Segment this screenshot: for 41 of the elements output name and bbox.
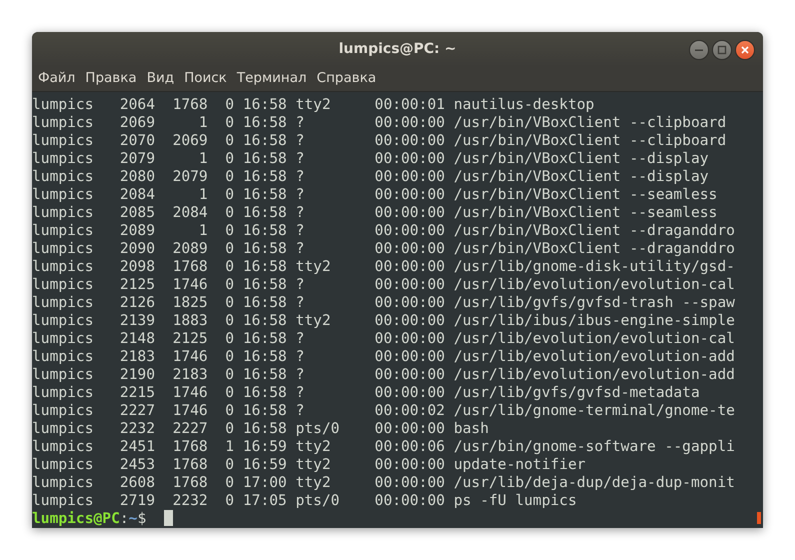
terminal-line: lumpics 2089 1 0 16:58 ? 00:00:00 /usr/bin/VBoxClient --draganddro: [32, 222, 736, 240]
terminal-line: lumpics 2227 1746 0 16:58 ? 00:00:02 /usr/lib/gnome-terminal/gnome-te: [32, 402, 736, 420]
terminal-line: lumpics 2098 1768 0 16:58 tty2 00:00:00 /usr/lib/gnome-disk-utility/gsd-: [32, 258, 736, 276]
close-icon: [740, 45, 750, 55]
terminal-line: lumpics 2139 1883 0 16:58 tty2 00:00:00 /usr/lib/ibus/ibus-engine-simple: [32, 312, 736, 330]
terminal-line: lumpics 2080 2079 0 16:58 ? 00:00:00 /usr/bin/VBoxClient --display: [32, 168, 710, 186]
terminal-line: lumpics 2719 2232 0 17:05 pts/0 00:00:00 ps -fU lumpics: [32, 492, 578, 510]
terminal-line: lumpics 2451 1768 1 16:59 tty2 00:00:06 /usr/bin/gnome-software --gappli: [32, 438, 736, 456]
menu-item[interactable]: Вид: [142, 70, 180, 86]
terminal-line: lumpics 2069 1 0 16:58 ? 00:00:00 /usr/bin/VBoxClient --clipboard: [32, 114, 728, 132]
terminal-line: lumpics 2084 1 0 16:58 ? 00:00:00 /usr/bin/VBoxClient --seamless: [32, 186, 718, 204]
terminal-line: lumpics 2125 1746 0 16:58 ? 00:00:00 /usr/lib/evolution/evolution-cal: [32, 276, 736, 294]
prompt-separator: :: [120, 510, 129, 527]
menu-item[interactable]: Поиск: [180, 70, 233, 86]
menu-item[interactable]: Правка: [81, 70, 143, 86]
close-button[interactable]: [735, 40, 755, 60]
maximize-icon: [717, 45, 727, 55]
terminal-line: lumpics 2608 1768 0 17:00 tty2 00:00:00 /usr/lib/deja-dup/deja-dup-monit: [32, 474, 736, 492]
menu-item[interactable]: Терминал: [232, 70, 313, 86]
terminal-line: lumpics 2215 1746 0 16:58 ? 00:00:00 /usr/lib/gvfs/gvfsd-metadata: [32, 384, 701, 402]
prompt-path: ~: [128, 510, 138, 527]
terminal-line: lumpics 2070 2069 0 16:58 ? 00:00:00 /usr/bin/VBoxClient --clipboard: [32, 132, 728, 150]
terminal-line: lumpics 2079 1 0 16:58 ? 00:00:00 /usr/bin/VBoxClient --display: [32, 150, 710, 168]
terminal-line: lumpics 2090 2089 0 16:58 ? 00:00:00 /usr/bin/VBoxClient --draganddro: [32, 240, 736, 258]
prompt-symbol: $: [137, 510, 146, 527]
terminal-line: lumpics 2453 1768 0 16:59 tty2 00:00:00 update-notifier: [32, 456, 587, 474]
menu-item[interactable]: Файл: [34, 70, 82, 86]
terminal-line: lumpics 2148 2125 0 16:58 ? 00:00:00 /usr/lib/evolution/evolution-cal: [32, 330, 736, 348]
minimize-button[interactable]: [689, 40, 709, 60]
text-cursor: [164, 510, 174, 526]
menu-item[interactable]: Справка: [312, 70, 382, 86]
terminal-line: lumpics 2183 1746 0 16:58 ? 00:00:00 /usr/lib/evolution/evolution-add: [32, 348, 736, 366]
terminal-line: lumpics 2085 2084 0 16:58 ? 00:00:00 /usr/bin/VBoxClient --seamless: [32, 204, 718, 222]
maximize-button[interactable]: [712, 40, 732, 60]
terminal-line: lumpics 2064 1768 0 16:58 tty2 00:00:01 nautilus-desktop: [32, 96, 596, 114]
prompt-user-host: lumpics@PC: [32, 510, 120, 527]
window-title: lumpics@PC: ~: [338, 40, 456, 57]
scroll-indicator: [757, 512, 761, 524]
terminal-line: lumpics 2126 1825 0 16:58 ? 00:00:00 /usr/lib/gvfs/gvfsd-trash --spaw: [32, 294, 736, 312]
terminal-line: lumpics 2232 2227 0 16:58 pts/0 00:00:00 bash: [32, 420, 490, 438]
terminal-line: lumpics 2190 2183 0 16:58 ? 00:00:00 /usr/lib/evolution/evolution-add: [32, 366, 736, 384]
